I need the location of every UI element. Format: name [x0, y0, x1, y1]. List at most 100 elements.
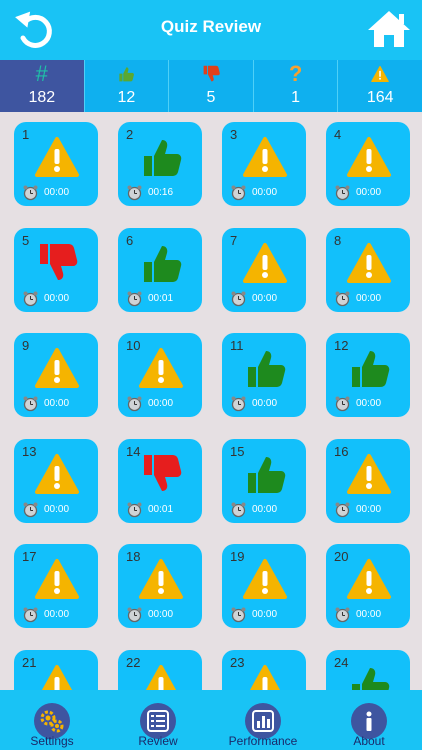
question-time: 00:00: [252, 398, 278, 409]
warning-icon: [243, 559, 287, 599]
question-time: 00:00: [356, 187, 382, 198]
question-time: 00:00: [44, 187, 70, 198]
warning-icon: [243, 242, 287, 283]
thumbs-down-icon: [144, 454, 182, 491]
question-time: 00:01: [148, 503, 174, 515]
question-number: 5: [22, 232, 30, 248]
question-card[interactable]: 13 00:00: [14, 438, 98, 523]
question-card[interactable]: 22: [118, 649, 202, 690]
warning-icon: [41, 664, 73, 690]
stat-unanswered[interactable]: ? 1: [254, 60, 339, 112]
warning-icon: [139, 559, 183, 599]
question-time: 00:00: [356, 292, 382, 304]
stat-wrong[interactable]: 5: [169, 60, 254, 112]
list-icon: [147, 710, 169, 732]
alarm-clock-icon: [127, 502, 142, 517]
home-icon: [368, 11, 410, 47]
question-card[interactable]: 2 00:16: [118, 122, 202, 206]
stat-unanswered-value: 1: [291, 89, 301, 106]
stats-bar: # 182 12 5 ? 1 164: [0, 60, 422, 112]
alarm-clock-icon: [231, 396, 246, 412]
question-card[interactable]: 12 00:00: [326, 333, 410, 417]
warning-icon: [35, 137, 79, 177]
home-button[interactable]: [366, 9, 412, 49]
question-card[interactable]: 17 00:00: [14, 544, 98, 628]
tab-performance[interactable]: Performance: [218, 690, 308, 750]
alarm-clock-icon: [127, 291, 142, 306]
question-time: 00:00: [252, 609, 278, 620]
thumbs-down-icon: [203, 65, 220, 82]
alarm-clock-icon: [335, 291, 350, 306]
alarm-clock-icon: [335, 396, 350, 412]
question-card[interactable]: 24: [326, 649, 410, 690]
question-card[interactable]: 15 00:00: [222, 438, 306, 523]
question-number: 7: [230, 232, 238, 248]
question-time: 00:00: [44, 503, 70, 515]
question-card[interactable]: 21: [14, 649, 98, 690]
question-time: 00:00: [44, 292, 70, 304]
question-time: 00:00: [252, 187, 278, 198]
stat-skipped[interactable]: 164: [338, 60, 422, 112]
alarm-clock-icon: [127, 185, 142, 201]
question-card[interactable]: 11 00:00: [222, 333, 306, 417]
alarm-clock-icon: [23, 291, 38, 306]
question-card[interactable]: 4 00:00: [326, 122, 410, 206]
question-card[interactable]: 18 00:00: [118, 544, 202, 628]
gear-icon: [40, 710, 64, 733]
thumbs-up-icon: [144, 245, 182, 282]
alarm-clock-icon: [127, 607, 142, 623]
question-card[interactable]: 1 00:00: [14, 122, 98, 206]
thumbs-up-icon: [248, 351, 286, 387]
question-card[interactable]: 16 00:00: [326, 438, 410, 523]
tab-about[interactable]: About: [324, 690, 414, 750]
warning-icon: [35, 559, 79, 599]
stat-total-value: 182: [28, 89, 56, 106]
question-number: 4: [334, 127, 342, 142]
question-time: 00:00: [148, 609, 174, 620]
warning-icon: [371, 65, 389, 83]
alarm-clock-icon: [23, 396, 38, 412]
question-card[interactable]: 23: [222, 649, 306, 690]
question-number: 3: [230, 127, 238, 142]
stat-correct-value: 12: [117, 89, 136, 106]
question-card[interactable]: 5 00:00: [14, 227, 98, 312]
question-time: 00:00: [252, 292, 278, 304]
alarm-clock-icon: [335, 185, 350, 201]
question-card[interactable]: 10 00:00: [118, 333, 202, 417]
question-time: 00:00: [252, 503, 278, 515]
question-number: 1: [22, 127, 30, 142]
alarm-clock-icon: [127, 396, 142, 412]
tab-settings-label: Settings: [30, 734, 74, 748]
bar-chart-icon: [252, 710, 274, 732]
warning-icon: [139, 348, 183, 388]
alarm-clock-icon: [231, 502, 246, 517]
tab-settings[interactable]: Settings: [7, 690, 97, 750]
warning-icon: [145, 664, 177, 690]
alarm-clock-icon: [231, 607, 246, 623]
warning-icon: [35, 453, 79, 494]
warning-icon: [35, 348, 79, 388]
question-card[interactable]: 19 00:00: [222, 544, 306, 628]
stat-total[interactable]: # 182: [0, 60, 85, 112]
question-time: 00:16: [148, 187, 174, 198]
question-card[interactable]: 3 00:00: [222, 122, 306, 206]
question-card[interactable]: 8 00:00: [326, 227, 410, 312]
top-bar: Quiz Review: [0, 0, 422, 60]
question-time: 00:00: [356, 609, 382, 620]
question-card[interactable]: 9 00:00: [14, 333, 98, 417]
tab-about-label: About: [353, 734, 385, 748]
tab-review[interactable]: Review: [113, 690, 203, 750]
tab-performance-label: Performance: [228, 734, 298, 748]
stat-correct[interactable]: 12: [85, 60, 170, 112]
question-time: 00:00: [356, 398, 382, 409]
question-card[interactable]: 7 00:00: [222, 227, 306, 312]
alarm-clock-icon: [23, 185, 38, 201]
alarm-clock-icon: [23, 502, 38, 517]
question-icon: ?: [288, 61, 303, 86]
question-card[interactable]: 6 00:01: [118, 227, 202, 312]
question-card[interactable]: 14 00:01: [118, 438, 202, 523]
info-icon: [366, 711, 372, 731]
alarm-clock-icon: [231, 291, 246, 306]
question-number: 8: [334, 232, 342, 248]
question-card[interactable]: 20 00:00: [326, 544, 410, 628]
